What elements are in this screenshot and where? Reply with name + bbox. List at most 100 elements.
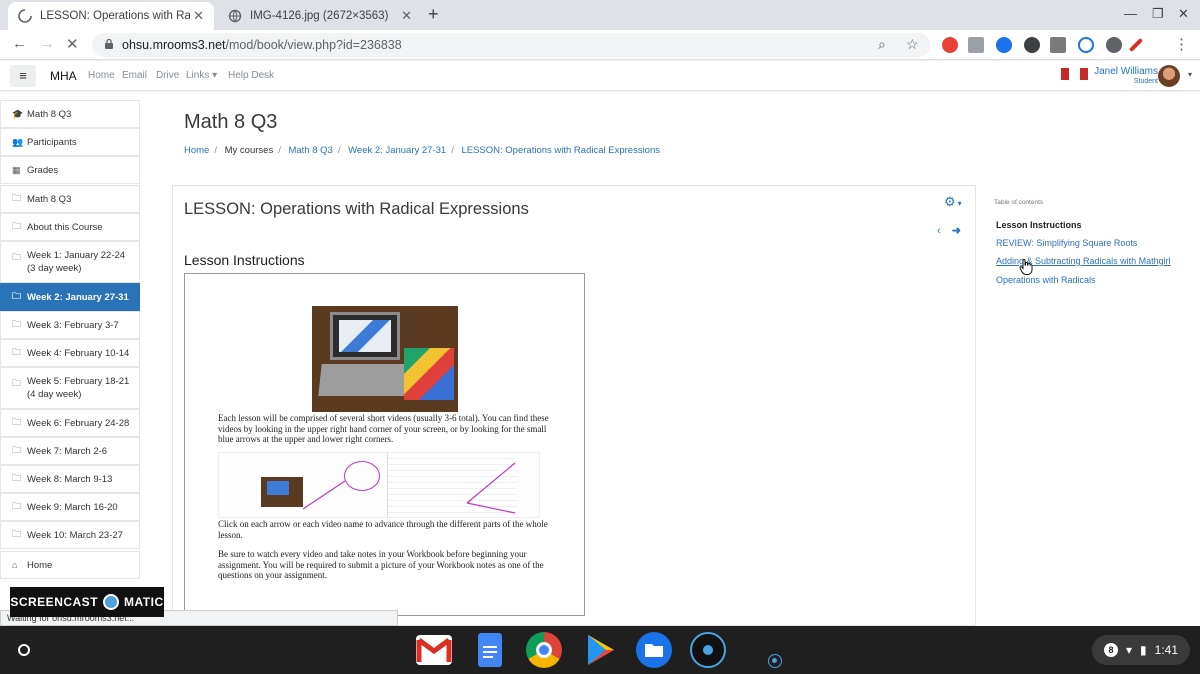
close-window-icon[interactable]: ✕ [1178,6,1189,22]
tab-lesson[interactable]: LESSON: Operations with Radical ✕ [8,2,214,30]
screencast-o-matic-logo: SCREENCAST MATIC [10,587,164,617]
extension-icon[interactable] [942,37,958,53]
zoom-icon[interactable]: ⌕ [878,36,886,53]
folder-icon: 🗀 [12,445,22,455]
sidebar-item-about[interactable]: 🗀 About this Course [0,213,140,241]
url-text: ohsu.mrooms3.net/mod/book/view.php?id=23… [122,38,402,52]
os-shelf: 8 ▾ ▮ 1:41 [0,626,1200,674]
sidebar-item-week-6[interactable]: 🗀 Week 6: February 24-28 [0,409,140,437]
stop-icon[interactable]: ✕ [66,35,79,53]
breadcrumb: Home / My courses / Math 8 Q3 / Week 2: Jan… [184,145,660,156]
nav-link-home[interactable]: Home [88,70,115,81]
breadcrumb-course[interactable]: Math 8 Q3 [288,145,332,156]
extension-icon[interactable] [1078,37,1094,53]
hand-cursor-icon [1019,259,1033,275]
chrome-icon[interactable] [526,632,562,668]
extension-icon[interactable] [996,37,1012,53]
sidebar-item-label: Week 3: February 3-7 [27,319,119,331]
chapter-title: Lesson Instructions [184,252,305,268]
clock: 1:41 [1154,643,1178,657]
files-icon[interactable] [636,632,672,668]
tab-title: LESSON: Operations with Radical [40,10,190,22]
sidebar-item-label: Week 5: February 18-21 (4 day week) [27,376,130,400]
sidebar-item-week-3[interactable]: 🗀 Week 3: February 3-7 [0,311,140,339]
sidebar-item-label: Participants [27,136,77,148]
sidebar-item-course[interactable]: 🎓 Math 8 Q3 [0,100,140,128]
book-navigation: ‹ ➜ [937,224,961,237]
sidebar-item-week-4[interactable]: 🗀 Week 4: February 10-14 [0,339,140,367]
screencast-app-icon[interactable] [690,632,726,668]
sidebar-item-label: About this Course [27,221,103,233]
sidebar-item-home[interactable]: ⌂ Home [0,551,140,579]
sidebar-item-participants[interactable]: 👥 Participants [0,128,140,156]
restore-icon[interactable]: ❐ [1152,6,1164,22]
site-brand[interactable]: MHA [50,69,77,83]
breadcrumb-separator: / [337,145,341,156]
settings-gear-icon[interactable]: ⚙ ▾ [944,194,962,210]
instructions-paragraph: Be sure to watch every video and take no… [218,549,544,581]
url-path: /mod/book/view.php?id=236838 [225,38,402,52]
logo-text-left: SCREENCAST [10,595,99,609]
extension-icon[interactable] [1024,37,1040,53]
sidebar-item-week-1[interactable]: 🗀 Week 1: January 22-24 (3 day week) [0,241,140,283]
nav-link-drive[interactable]: Drive [156,70,179,81]
sidebar-item-week-7[interactable]: 🗀 Week 7: March 2-6 [0,437,140,465]
nav-link-links[interactable]: Links ▾ [186,70,217,81]
user-role: Student [1133,78,1158,85]
extension-icon[interactable] [1106,37,1122,53]
breadcrumb-my-courses: My courses [224,145,274,156]
forward-icon[interactable]: → [40,35,55,52]
extension-icon[interactable] [1050,37,1066,53]
toc-item-review[interactable]: REVIEW: Simplifying Square Roots [996,238,1137,248]
sidebar-item-week-10[interactable]: 🗀 Week 10: March 23-27 [0,521,140,549]
breadcrumb-home[interactable]: Home [184,145,209,156]
instructions-paragraph: Each lesson will be comprised of several… [218,413,549,445]
new-tab-icon[interactable]: + [428,4,439,25]
notification-flag-icon[interactable] [1061,68,1069,80]
diagram-arrows [302,462,516,514]
breadcrumb-week[interactable]: Week 2: January 27-31 [348,145,446,156]
nav-link-help-desk[interactable]: Help Desk [228,70,274,81]
extension-icon[interactable] [968,37,984,53]
launcher-icon[interactable] [9,635,39,665]
toc-item-operations[interactable]: Operations with Radicals [996,275,1096,285]
avatar[interactable] [1158,65,1180,87]
sidebar-item-week-8[interactable]: 🗀 Week 8: March 9-13 [0,465,140,493]
menu-kebab-icon[interactable]: ⋮ [1174,35,1189,53]
bookmark-star-icon[interactable]: ☆ [906,36,919,53]
google-docs-icon[interactable] [478,633,502,667]
tab-image[interactable]: IMG-4126.jpg (2672×3563) ✕ [218,2,422,30]
user-menu-caret-icon[interactable]: ▾ [1188,70,1192,79]
system-tray[interactable]: 8 ▾ ▮ 1:41 [1092,635,1190,665]
drawer-toggle-icon[interactable]: ≡ [10,65,36,87]
breadcrumb-lesson[interactable]: LESSON: Operations with Radical Expressi… [461,145,660,156]
sidebar-item-label: Home [27,559,53,571]
sidebar-item-week-5[interactable]: 🗀 Week 5: February 18-21 (4 day week) [0,367,140,409]
next-chapter-icon[interactable]: ➜ [952,225,961,237]
close-tab-icon[interactable]: ✕ [401,8,412,24]
recording-indicator-icon [768,654,782,668]
nav-link-email[interactable]: Email [122,70,147,81]
gmail-icon[interactable] [416,635,452,665]
laptop-workbook-photo [312,306,458,412]
sidebar-item-label: Week 10: March 23-27 [27,529,123,541]
previous-chapter-icon[interactable]: ‹ [937,225,941,237]
browser-toolbar: ← → ✕ ohsu.mrooms3.net/mod/book/view.php… [0,30,1200,60]
message-flag-icon[interactable] [1080,68,1088,80]
minimize-icon[interactable]: — [1124,6,1137,21]
folder-icon: 🗀 [12,501,22,511]
breadcrumb-separator: / [451,145,454,156]
folder-icon: 🗀 [12,473,22,483]
sidebar-item-section-general[interactable]: 🗀 Math 8 Q3 [0,185,140,213]
sidebar-item-grades[interactable]: ▦ Grades [0,156,140,184]
sidebar-item-week-2[interactable]: 🗀 Week 2: January 27-31 [0,283,140,311]
sidebar-item-week-9[interactable]: 🗀 Week 9: March 16-20 [0,493,140,521]
user-menu[interactable]: Janel Williams Student [1094,66,1158,85]
play-store-icon[interactable] [582,632,618,668]
user-name: Janel Williams [1094,66,1158,77]
sidebar-item-label: Week 7: March 2-6 [27,445,108,457]
address-bar[interactable]: ohsu.mrooms3.net/mod/book/view.php?id=23… [92,33,930,57]
close-tab-icon[interactable]: ✕ [193,8,204,24]
back-icon[interactable]: ← [12,35,27,52]
pen-extension-icon[interactable] [1128,37,1144,53]
